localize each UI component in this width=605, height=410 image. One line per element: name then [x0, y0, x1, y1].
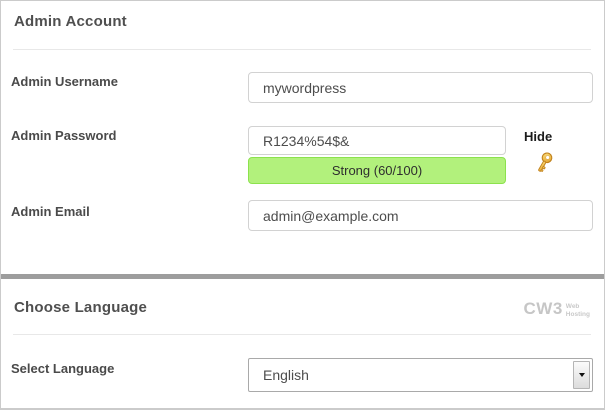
- section-divider: [13, 49, 591, 50]
- select-language-label: Select Language: [11, 361, 114, 376]
- admin-email-input[interactable]: [248, 200, 593, 231]
- admin-username-input[interactable]: [248, 72, 593, 103]
- dropdown-arrow-button[interactable]: [573, 361, 590, 389]
- admin-email-label: Admin Email: [11, 204, 90, 219]
- section-divider: [13, 334, 591, 335]
- installer-form: Admin Account Admin Username Admin Passw…: [0, 0, 605, 410]
- logo-tagline-line2: Hosting: [566, 311, 590, 318]
- password-strength-meter: Strong (60/100): [248, 157, 506, 184]
- language-select[interactable]: English: [248, 358, 593, 392]
- cw3-web-hosting-logo: CW3 Web Hosting: [524, 300, 590, 319]
- generate-password-key-icon[interactable]: [532, 151, 556, 176]
- password-hide-toggle[interactable]: Hide: [524, 129, 552, 144]
- logo-tagline-line1: Web: [566, 303, 580, 310]
- language-select-value: English: [263, 359, 309, 391]
- admin-password-input[interactable]: [248, 126, 506, 155]
- logo-brand-text: CW3: [524, 300, 563, 317]
- admin-username-label: Admin Username: [11, 74, 118, 89]
- logo-tagline: Web Hosting: [566, 303, 590, 319]
- admin-account-section-title: Admin Account: [14, 13, 127, 30]
- chevron-down-icon: [579, 373, 585, 377]
- admin-password-label: Admin Password: [11, 128, 116, 143]
- choose-language-section-title: Choose Language: [14, 299, 147, 316]
- section-separator: [1, 274, 605, 279]
